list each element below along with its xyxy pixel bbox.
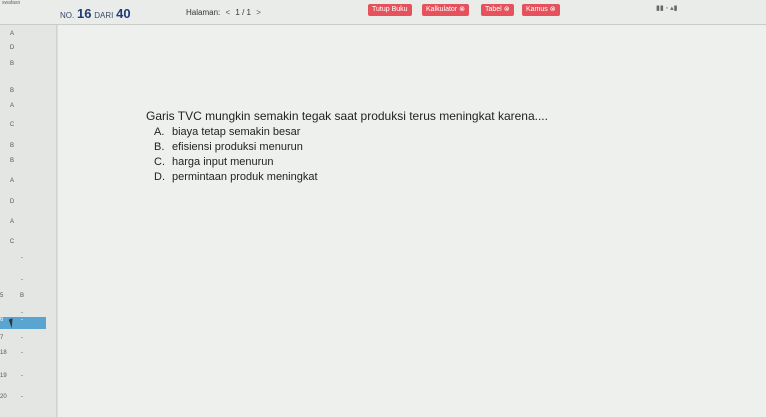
sidebar-answer-item[interactable]: B	[2, 88, 22, 100]
sidebar-question-item[interactable]: -	[0, 255, 32, 267]
tabel-button[interactable]: Tabel ⊗	[481, 4, 514, 16]
option-key: C.	[154, 156, 165, 168]
question-text: Garis TVC mungkin semakin tegak saat pro…	[146, 109, 548, 123]
sidebar-question-answer: B	[19, 293, 24, 299]
answer-option[interactable]: A. biaya tetap semakin besar	[154, 125, 318, 140]
page-value: 1 / 1	[235, 8, 251, 17]
sidebar-question-answer: -	[21, 277, 23, 283]
sidebar-question-item[interactable]: -	[0, 277, 32, 289]
corner-tag: swafasn	[2, 0, 21, 6]
sidebar-answer-item[interactable]: A	[2, 178, 22, 190]
answer-option[interactable]: C. harga input menurun	[154, 155, 318, 170]
sidebar-question-item[interactable]: 19 -	[0, 373, 32, 385]
sidebar-answer-letter: A	[9, 31, 14, 37]
option-text: efisiensi produksi menurun	[172, 141, 303, 153]
sidebar-answer-item[interactable]: A	[2, 31, 22, 43]
question-number: 16	[77, 6, 92, 21]
question-panel: Garis TVC mungkin semakin tegak saat pro…	[58, 25, 766, 417]
sidebar-question-answer: -	[21, 394, 23, 400]
sidebar-question-item[interactable]: 7-	[0, 335, 32, 347]
sidebar-question-answer: -	[21, 350, 23, 356]
option-text: permintaan produk meningkat	[172, 171, 318, 183]
sidebar-question-number: 18	[0, 350, 7, 356]
sidebar-question-item[interactable]: 5B	[0, 293, 32, 305]
sidebar-question-answer: -	[21, 335, 23, 341]
page-next-button[interactable]: >	[253, 8, 264, 17]
sidebar-question-item[interactable]: 20 -	[0, 394, 32, 406]
sidebar-answer-item[interactable]: B	[2, 61, 22, 73]
kalkulator-button[interactable]: Kalkulator ⊗	[422, 4, 470, 16]
sidebar-answer-letter: C	[9, 239, 15, 245]
sidebar-answer-item[interactable]: D	[2, 199, 22, 211]
sidebar-answer-item[interactable]: B	[2, 143, 22, 155]
top-bar: swafasn NO. 16 DARI 40 Halaman: < 1 / 1 …	[0, 0, 766, 25]
close-icon: ⊗	[459, 6, 466, 13]
tutup-buku-button[interactable]: Tutup Buku	[368, 4, 412, 16]
option-key: A.	[154, 126, 165, 138]
sidebar-answer-letter: D	[9, 199, 15, 205]
option-text: harga input menurun	[172, 156, 274, 168]
status-icons: ▮▮ ◦ ▴▮	[656, 5, 678, 12]
page-prev-button[interactable]: <	[222, 8, 233, 17]
question-total: 40	[116, 6, 131, 21]
sidebar-answer-letter: C	[9, 122, 15, 128]
sidebar-answer-item[interactable]: B	[2, 158, 22, 170]
sidebar-answer-item[interactable]: D	[2, 45, 22, 57]
of-label: DARI	[94, 11, 114, 20]
answer-option[interactable]: B. efisiensi produksi menurun	[154, 140, 318, 155]
page-indicator: Halaman: < 1 / 1 >	[186, 8, 264, 17]
option-text: biaya tetap semakin besar	[172, 126, 301, 138]
sidebar-question-number: 7	[0, 335, 4, 341]
sidebar-answer-item[interactable]: A	[2, 219, 22, 231]
close-icon: ⊗	[549, 6, 556, 13]
sidebar-question-number: 5	[0, 293, 4, 299]
sidebar-answer-letter: B	[9, 88, 14, 94]
sidebar-question-answer: -	[21, 310, 23, 316]
answer-options: A. biaya tetap semakin besar B. efisiensi p…	[154, 125, 318, 185]
sidebar-answer-letter: B	[9, 143, 14, 149]
sidebar-answer-letter: A	[9, 219, 14, 225]
answer-option[interactable]: D. permintaan produk meningkat	[154, 170, 318, 185]
sidebar-question-item[interactable]: 6-	[0, 317, 46, 329]
kamus-button[interactable]: Kamus ⊗	[522, 4, 560, 16]
sidebar-answer-letter: A	[9, 103, 14, 109]
question-no-prefix: NO.	[60, 11, 75, 20]
kamus-label: Kamus	[526, 6, 548, 13]
sidebar-answer-letter: B	[9, 158, 14, 164]
sidebar-question-number: 20	[0, 394, 7, 400]
kalkulator-label: Kalkulator	[426, 6, 458, 13]
answer-sidebar: A D B B A C B B A D A C - -5 B -6-7-18-19-20-	[0, 25, 57, 417]
sidebar-answer-letter: B	[9, 61, 14, 67]
sidebar-answer-letter: D	[9, 45, 15, 51]
close-icon: ⊗	[503, 6, 510, 13]
tutup-buku-label: Tutup Buku	[372, 6, 408, 13]
sidebar-answer-item[interactable]: A	[2, 103, 22, 115]
option-key: B.	[154, 141, 165, 153]
sidebar-answer-item[interactable]: C	[2, 122, 22, 134]
sidebar-answer-letter: A	[9, 178, 14, 184]
tabel-label: Tabel	[485, 6, 502, 13]
sidebar-question-answer: -	[21, 255, 23, 261]
sidebar-question-item[interactable]: 18 -	[0, 350, 32, 362]
sidebar-answer-item[interactable]: C	[2, 239, 22, 251]
sidebar-question-number: 19	[0, 373, 7, 379]
option-key: D.	[154, 171, 165, 183]
sidebar-question-answer: -	[21, 373, 23, 379]
page-label: Halaman:	[186, 8, 221, 17]
question-counter: NO. 16 DARI 40	[60, 6, 131, 21]
